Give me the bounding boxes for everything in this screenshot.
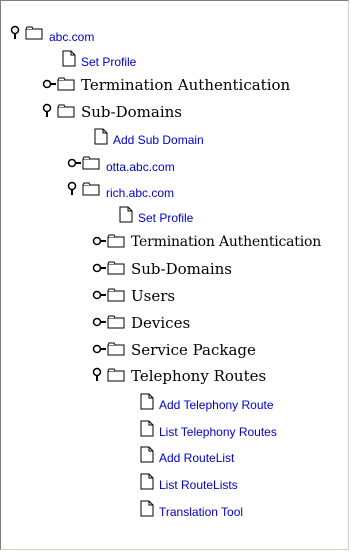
pin-icon[interactable] [10,25,24,41]
folder-icon [82,156,100,170]
page-icon [62,50,76,67]
tree-leaf-label[interactable]: List RouteLists [159,479,238,491]
tree-node-abc-com[interactable]: abc.com [10,22,94,44]
tree-node-label: Telephony Routes [131,366,267,385]
folder-icon [25,26,43,40]
eye-icon[interactable] [92,233,106,249]
pin-icon[interactable] [67,181,81,197]
tree-node-label[interactable]: rich.abc.com [106,187,174,199]
folder-icon [57,104,75,118]
folder-icon [107,234,125,248]
tree-leaf-add-sub-domain[interactable]: Add Sub Domain [94,125,204,147]
folder-icon [107,315,125,329]
tree-leaf-label[interactable]: Set Profile [138,212,193,224]
folder-icon [57,77,75,91]
eye-icon[interactable] [67,155,81,171]
eye-icon[interactable] [92,341,106,357]
tree-leaf-label[interactable]: Add Sub Domain [113,134,204,146]
page-icon [140,393,154,410]
tree-leaf-label[interactable]: Translation Tool [159,506,243,518]
tree-node-label: Termination Authentication [81,75,291,94]
tree-node-label[interactable]: otta.abc.com [106,161,175,173]
tree-node-rich-devices[interactable]: Devices [92,311,190,333]
eye-icon[interactable] [92,287,106,303]
tree-node-rich-termination-authentication[interactable]: Termination Authentication [92,230,321,252]
eye-icon[interactable] [42,76,56,92]
page-icon [94,128,108,145]
tree-leaf-translation-tool[interactable]: Translation Tool [140,497,243,519]
tree-node-rich-sub-domains[interactable]: Sub-Domains [92,257,232,279]
tree-node-otta-abc-com[interactable]: otta.abc.com [67,152,175,174]
tree-leaf-add-telephony-route[interactable]: Add Telephony Route [140,390,274,412]
tree-node-label: Users [131,286,176,305]
tree-node-rich-abc-com[interactable]: rich.abc.com [67,178,174,200]
folder-icon [82,182,100,196]
tree-node-rich-service-package[interactable]: Service Package [92,338,256,360]
pin-icon[interactable] [92,367,106,383]
tree-leaf-label[interactable]: Set Profile [81,56,136,68]
tree-leaf-list-telephony-routes[interactable]: List Telephony Routes [140,417,277,439]
tree-node-label: Termination Authentication [131,234,322,250]
tree-leaf-label[interactable]: Add RouteList [159,452,234,464]
tree-node-rich-users[interactable]: Users [92,284,175,306]
tree-node-label: Sub-Domains [81,102,182,121]
page-icon [140,420,154,437]
page-icon [140,446,154,463]
tree-node-rich-telephony-routes[interactable]: Telephony Routes [92,364,266,386]
tree-node-label: Devices [131,313,191,332]
tree-leaf-label[interactable]: List Telephony Routes [159,426,277,438]
pin-icon[interactable] [42,103,56,119]
folder-icon [107,368,125,382]
folder-icon [107,342,125,356]
page-icon [140,473,154,490]
page-icon [140,500,154,517]
tree-node-label[interactable]: abc.com [49,31,94,43]
tree-leaf-label[interactable]: Add Telephony Route [159,399,274,411]
tree-node-label: Service Package [131,340,256,359]
page-icon [119,206,133,223]
domain-tree: abc.com Set Profile Termination Authenti… [0,0,349,552]
folder-icon [107,288,125,302]
tree-leaf-list-routelists[interactable]: List RouteLists [140,470,238,492]
tree-leaf-add-routelist[interactable]: Add RouteList [140,443,234,465]
eye-icon[interactable] [92,314,106,330]
tree-leaf-rich-set-profile[interactable]: Set Profile [119,203,193,225]
tree-node-label: Sub-Domains [131,259,232,278]
eye-icon[interactable] [92,260,106,276]
tree-leaf-set-profile[interactable]: Set Profile [62,47,136,69]
tree-node-sub-domains[interactable]: Sub-Domains [42,100,182,122]
folder-icon [107,261,125,275]
tree-node-termination-authentication[interactable]: Termination Authentication [42,73,290,95]
